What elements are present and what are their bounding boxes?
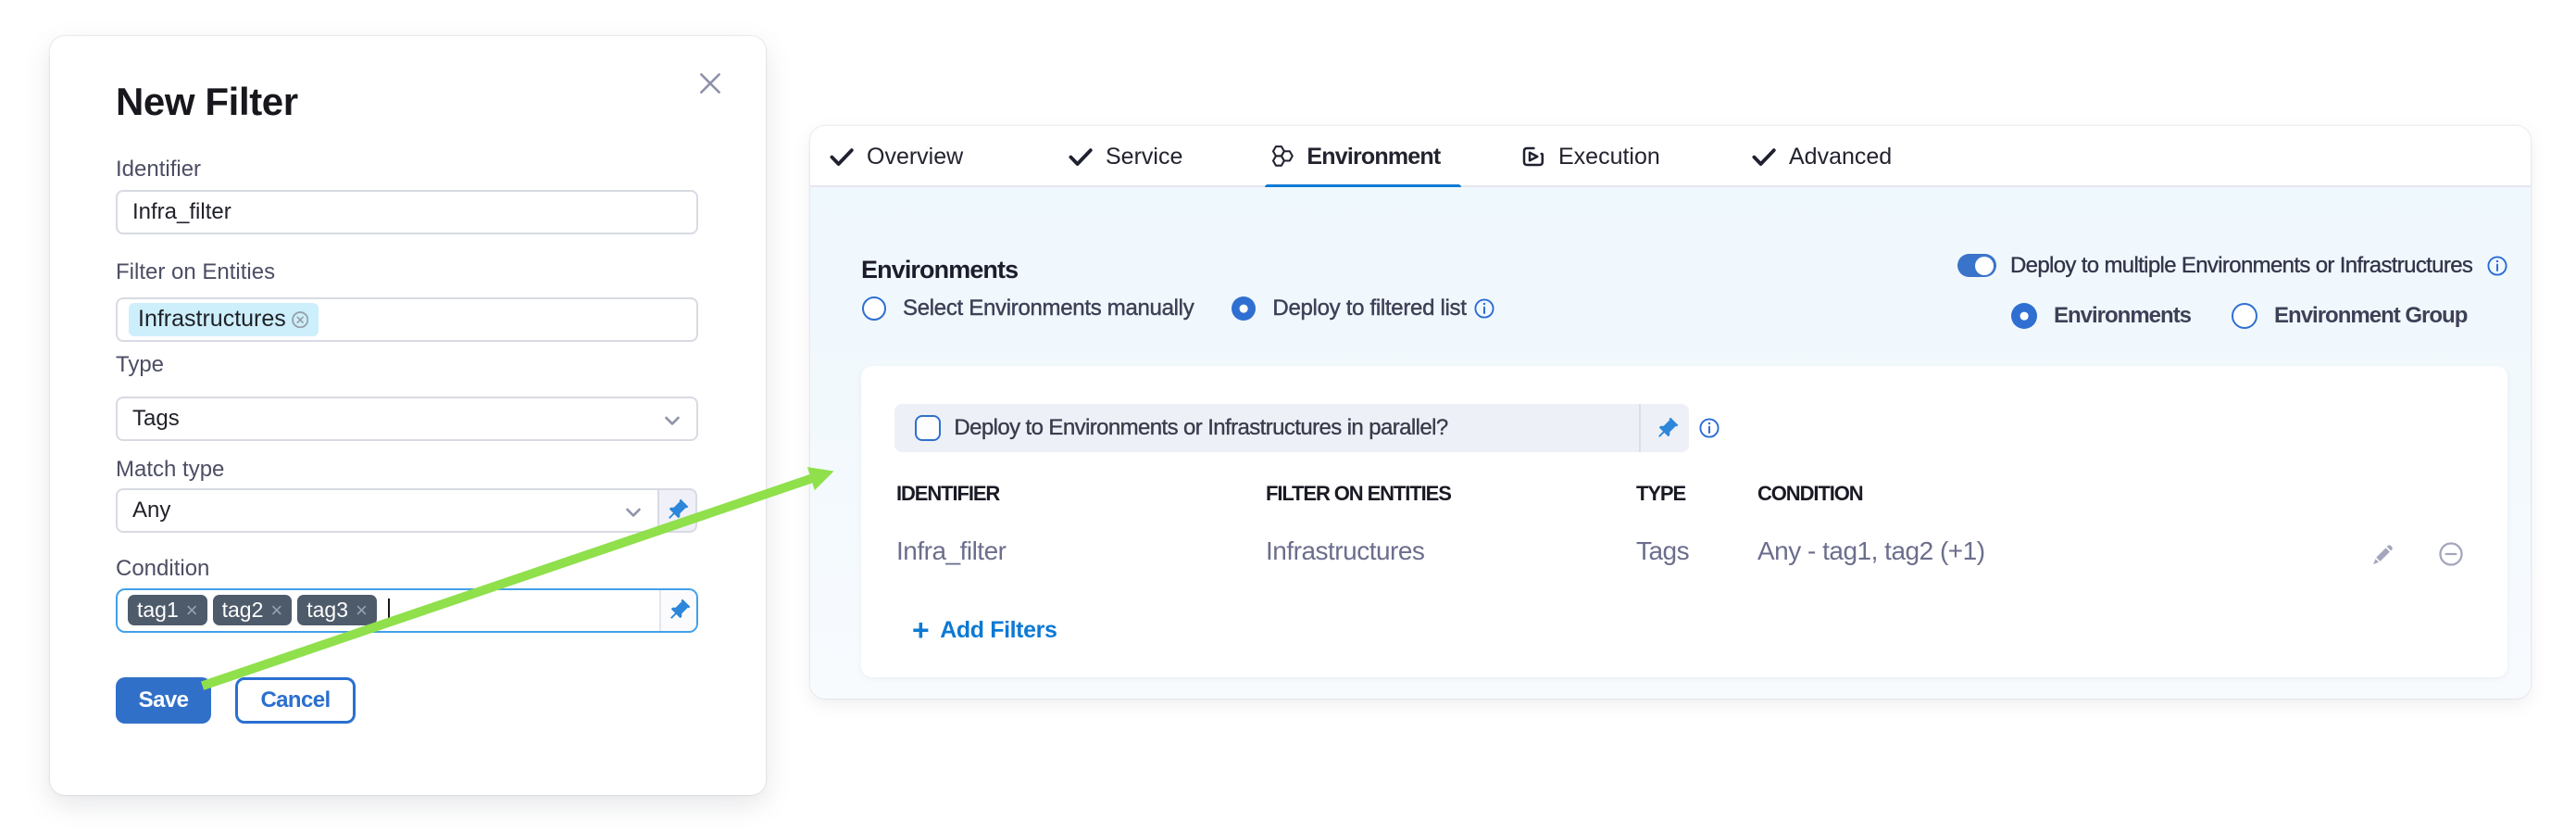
radio-deploy-filtered[interactable] [1232,296,1256,321]
match-type-label: Match type [116,457,224,483]
row-entities: Infrastructures [1266,536,1424,566]
radio-select-manually-label: Select Environments manually [903,296,1194,321]
toggle-knob [1975,257,1994,275]
add-filters-button[interactable]: + Add Filters [912,617,1057,645]
tab-environment[interactable]: Environment [1272,126,1440,187]
row-identifier: Infra_filter [896,536,1007,566]
match-type-group: Any [116,488,697,533]
pin-icon [664,498,690,523]
col-identifier: IDENTIFIER [896,482,999,506]
col-filter-on-entities: FILTER ON ENTITIES [1266,482,1451,506]
condition-pin-button[interactable] [659,590,696,631]
tab-overview[interactable]: Overview [830,126,963,187]
tag-remove-icon[interactable]: × [186,600,198,621]
type-label: Type [116,352,164,378]
screen: New Filter Identifier Infra_filter Filte… [0,0,2576,832]
match-type-value: Any [132,498,170,523]
row-type: Tags [1636,536,1689,566]
col-type: TYPE [1636,482,1685,506]
entities-input[interactable]: Infrastructures [116,297,698,342]
new-filter-dialog: New Filter Identifier Infra_filter Filte… [50,36,766,795]
info-icon[interactable] [1699,418,1719,438]
execution-play-icon [1520,145,1545,169]
parallel-option-box: Deploy to Environments or Infrastructure… [894,404,1689,452]
radio-environments[interactable] [2011,303,2037,329]
type-select[interactable]: Tags [116,397,698,441]
pipeline-stage-panel: Overview Service Environment [810,126,2531,699]
text-cursor [388,599,390,623]
condition-tag: tag1 × [128,595,207,625]
check-icon [1752,145,1776,169]
condition-tag: tag2 × [213,595,293,625]
tag-remove-icon[interactable]: × [270,600,282,621]
stage-tabbar: Overview Service Environment [810,126,2531,187]
check-icon [830,145,854,169]
tag-remove-icon[interactable]: × [356,600,368,621]
save-button[interactable]: Save [116,677,211,724]
identifier-value: Infra_filter [132,199,231,225]
check-icon [1069,145,1093,169]
cancel-button[interactable]: Cancel [235,677,356,724]
info-icon[interactable] [2487,256,2507,276]
radio-deploy-filtered-label: Deploy to filtered list [1272,296,1466,321]
radio-environment-group-label: Environment Group [2274,303,2467,329]
parallel-checkbox[interactable] [915,415,941,441]
parallel-label: Deploy to Environments or Infrastructure… [954,415,1447,441]
close-icon[interactable] [691,64,730,103]
divider [1639,404,1641,452]
plus-icon: + [912,615,929,645]
entities-label: Filter on Entities [116,259,275,285]
chevron-down-icon [622,501,644,523]
entities-chip: Infrastructures [129,303,319,336]
dialog-title: New Filter [116,80,298,124]
environment-hexagons-icon [1272,145,1294,167]
condition-label: Condition [116,556,209,582]
col-condition: CONDITION [1757,482,1863,506]
radio-select-manually[interactable] [862,296,886,321]
deploy-multiple-toggle-label: Deploy to multiple Environments or Infra… [2010,253,2472,279]
identifier-label: Identifier [116,157,201,183]
row-condition: Any - tag1, tag2 (+1) [1757,536,1985,566]
filters-card: Deploy to Environments or Infrastructure… [861,366,2507,677]
environments-heading: Environments [861,256,1018,284]
tab-execution[interactable]: Execution [1520,126,1660,187]
match-type-pin-button[interactable] [657,488,697,533]
pin-icon [1654,416,1680,442]
condition-tag: tag3 × [297,595,377,625]
pin-icon [666,598,692,624]
parallel-pin-button[interactable] [1654,415,1680,449]
edit-filter-icon[interactable] [2371,542,2395,566]
chip-remove-icon[interactable] [292,311,308,328]
remove-filter-icon[interactable] [2439,542,2463,566]
chevron-down-icon [661,410,683,432]
radio-environment-group[interactable] [2232,303,2257,329]
radio-environments-label: Environments [2054,303,2191,329]
tab-service[interactable]: Service [1069,126,1182,187]
deploy-multiple-toggle[interactable] [1957,254,1996,277]
tab-advanced[interactable]: Advanced [1752,126,1892,187]
info-icon[interactable] [1474,298,1494,319]
condition-input[interactable]: tag1 × tag2 × tag3 × [116,588,698,633]
type-value: Tags [132,406,180,432]
environment-tab-content: Environments Select Environments manuall… [810,187,2531,699]
match-type-select[interactable]: Any [116,488,657,533]
identifier-input[interactable]: Infra_filter [116,190,698,234]
